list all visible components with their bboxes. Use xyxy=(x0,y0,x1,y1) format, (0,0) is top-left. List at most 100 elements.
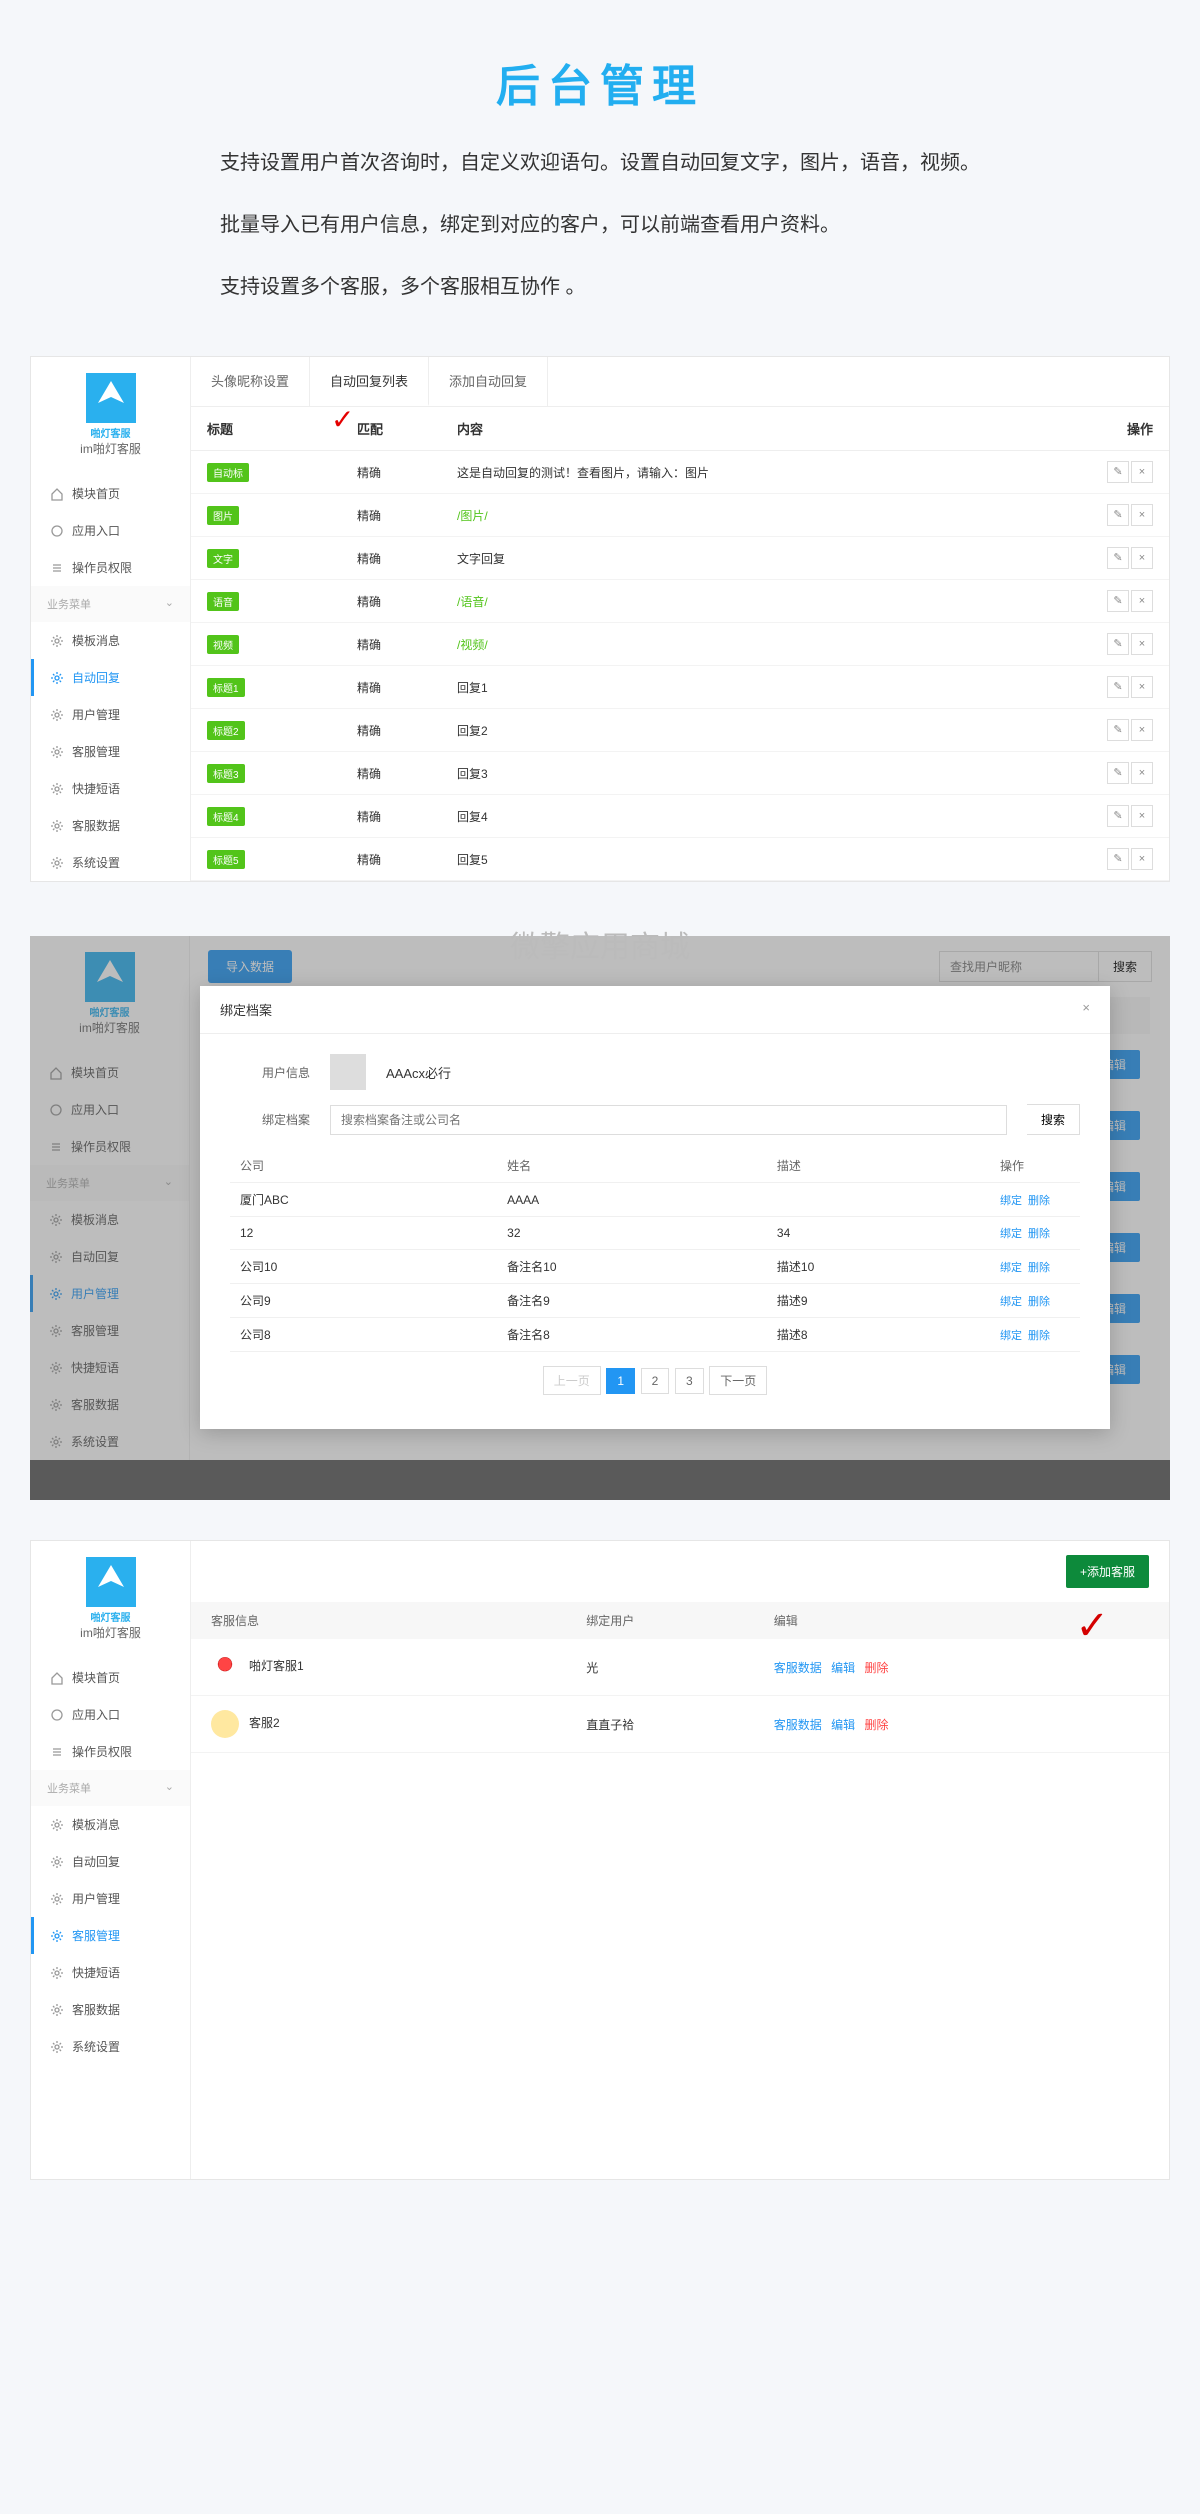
modal-search-button[interactable]: 搜索 xyxy=(1027,1104,1080,1135)
sidebar-item[interactable]: 模块首页 xyxy=(31,1659,190,1696)
match-cell: 精确 xyxy=(341,666,441,709)
delete-icon[interactable]: × xyxy=(1131,719,1153,741)
edit-icon[interactable]: ✎ xyxy=(1107,676,1129,698)
page-prev[interactable]: 上一页 xyxy=(543,1366,601,1395)
edit-icon[interactable]: ✎ xyxy=(1107,848,1129,870)
sidebar-item[interactable]: 客服管理 xyxy=(30,1312,189,1349)
delete-link[interactable]: 删除 xyxy=(1028,1195,1050,1207)
delete-link[interactable]: 删除 xyxy=(1028,1296,1050,1308)
sidebar-group-header[interactable]: 业务菜单⌄ xyxy=(30,1165,189,1201)
delete-icon[interactable]: × xyxy=(1131,504,1153,526)
sidebar-item[interactable]: 系统设置 xyxy=(31,2028,190,2065)
sidebar-item-label: 应用入口 xyxy=(72,1706,120,1723)
sidebar-item[interactable]: 自动回复 xyxy=(30,1238,189,1275)
chat-icon xyxy=(50,524,64,538)
sidebar-item[interactable]: 模块首页 xyxy=(31,475,190,512)
title-badge: 文字 xyxy=(207,549,239,568)
sidebar-item[interactable]: 客服数据 xyxy=(31,807,190,844)
edit-link[interactable]: 编辑 xyxy=(831,1661,855,1675)
add-agent-button[interactable]: +添加客服 xyxy=(1066,1555,1149,1588)
tab-add-auto-reply[interactable]: 添加自动回复 xyxy=(429,357,548,406)
edit-icon[interactable]: ✎ xyxy=(1107,805,1129,827)
page-2[interactable]: 2 xyxy=(641,1368,670,1394)
edit-icon[interactable]: ✎ xyxy=(1107,633,1129,655)
gear-icon xyxy=(50,1929,64,1943)
bind-link[interactable]: 绑定 xyxy=(1000,1262,1022,1274)
profile-search-input[interactable] xyxy=(330,1105,1007,1135)
sidebar-item-label: 操作员权限 xyxy=(72,559,132,576)
edit-icon[interactable]: ✎ xyxy=(1107,762,1129,784)
sidebar-item-label: 应用入口 xyxy=(72,522,120,539)
sidebar-item[interactable]: 快捷短语 xyxy=(31,770,190,807)
table-row: 公司9备注名9描述9绑定删除 xyxy=(230,1284,1080,1318)
sidebar-item[interactable]: 模块首页 xyxy=(30,1054,189,1091)
close-icon[interactable]: × xyxy=(1082,1000,1090,1019)
sidebar-item[interactable]: 自动回复 xyxy=(31,659,190,696)
sidebar-item[interactable]: 用户管理 xyxy=(31,696,190,733)
sidebar-item[interactable]: 模板消息 xyxy=(31,622,190,659)
app-name: im啪灯客服 xyxy=(31,440,190,467)
sidebar-item-label: 客服数据 xyxy=(72,817,120,834)
edit-icon[interactable]: ✎ xyxy=(1107,461,1129,483)
agent-data-link[interactable]: 客服数据 xyxy=(774,1718,822,1732)
sidebar-item[interactable]: 操作员权限 xyxy=(31,549,190,586)
col-desc: 描述 xyxy=(767,1149,990,1183)
bind-link[interactable]: 绑定 xyxy=(1000,1330,1022,1342)
gear-icon xyxy=(50,1855,64,1869)
sidebar-item[interactable]: 客服数据 xyxy=(31,1991,190,2028)
page-1[interactable]: 1 xyxy=(606,1368,635,1394)
bind-link[interactable]: 绑定 xyxy=(1000,1228,1022,1240)
agent-data-link[interactable]: 客服数据 xyxy=(774,1661,822,1675)
sidebar-item[interactable]: 用户管理 xyxy=(30,1275,189,1312)
edit-icon[interactable]: ✎ xyxy=(1107,547,1129,569)
logo-box: 啪灯客服 im啪灯客服 xyxy=(31,357,190,475)
edit-icon[interactable]: ✎ xyxy=(1107,590,1129,612)
sidebar-item[interactable]: 模板消息 xyxy=(30,1201,189,1238)
sidebar-item[interactable]: 应用入口 xyxy=(30,1091,189,1128)
delete-icon[interactable]: × xyxy=(1131,762,1153,784)
sidebar-item[interactable]: 用户管理 xyxy=(31,1880,190,1917)
page-3[interactable]: 3 xyxy=(675,1368,704,1394)
edit-link[interactable]: 编辑 xyxy=(831,1718,855,1732)
page-next[interactable]: 下一页 xyxy=(709,1366,767,1395)
delete-link[interactable]: 删除 xyxy=(865,1661,889,1675)
sidebar-item-label: 用户管理 xyxy=(71,1285,119,1302)
bind-link[interactable]: 绑定 xyxy=(1000,1296,1022,1308)
sidebar-item[interactable]: 系统设置 xyxy=(31,844,190,881)
sidebar-item[interactable]: 快捷短语 xyxy=(30,1349,189,1386)
sidebar-item[interactable]: 系统设置 xyxy=(30,1423,189,1460)
tab-avatar-nick[interactable]: 头像昵称设置 xyxy=(191,357,310,406)
sidebar-item[interactable]: 应用入口 xyxy=(31,1696,190,1733)
delete-icon[interactable]: × xyxy=(1131,461,1153,483)
delete-link[interactable]: 删除 xyxy=(1028,1228,1050,1240)
sidebar-group-header[interactable]: 业务菜单⌄ xyxy=(31,1770,190,1806)
sidebar-item[interactable]: 快捷短语 xyxy=(31,1954,190,1991)
delete-icon[interactable]: × xyxy=(1131,633,1153,655)
gear-icon xyxy=(49,1324,63,1338)
company-cell: 12 xyxy=(230,1217,497,1250)
delete-icon[interactable]: × xyxy=(1131,848,1153,870)
delete-link[interactable]: 删除 xyxy=(1028,1262,1050,1274)
sidebar-item[interactable]: 操作员权限 xyxy=(31,1733,190,1770)
delete-link[interactable]: 删除 xyxy=(1028,1330,1050,1342)
tab-auto-reply-list[interactable]: 自动回复列表 xyxy=(310,357,429,406)
delete-icon[interactable]: × xyxy=(1131,547,1153,569)
edit-icon[interactable]: ✎ xyxy=(1107,719,1129,741)
sidebar-group-header[interactable]: 业务菜单⌄ xyxy=(31,586,190,622)
edit-icon[interactable]: ✎ xyxy=(1107,504,1129,526)
delete-icon[interactable]: × xyxy=(1131,805,1153,827)
delete-icon[interactable]: × xyxy=(1131,590,1153,612)
sidebar-item[interactable]: 自动回复 xyxy=(31,1843,190,1880)
sidebar-item[interactable]: 客服数据 xyxy=(30,1386,189,1423)
sidebar-item[interactable]: 客服管理 xyxy=(31,1917,190,1954)
delete-link[interactable]: 删除 xyxy=(865,1718,889,1732)
sidebar-item[interactable]: 应用入口 xyxy=(31,512,190,549)
sidebar-item[interactable]: 操作员权限 xyxy=(30,1128,189,1165)
delete-icon[interactable]: × xyxy=(1131,676,1153,698)
sidebar-item[interactable]: 客服管理 xyxy=(31,733,190,770)
sidebar-item[interactable]: 模板消息 xyxy=(31,1806,190,1843)
bind-link[interactable]: 绑定 xyxy=(1000,1195,1022,1207)
table-row: 啪灯客服1光客服数据 编辑 删除 xyxy=(191,1639,1169,1696)
table-row: 标题5精确回复5✎× xyxy=(191,838,1169,881)
col-match: 匹配 xyxy=(341,407,441,451)
